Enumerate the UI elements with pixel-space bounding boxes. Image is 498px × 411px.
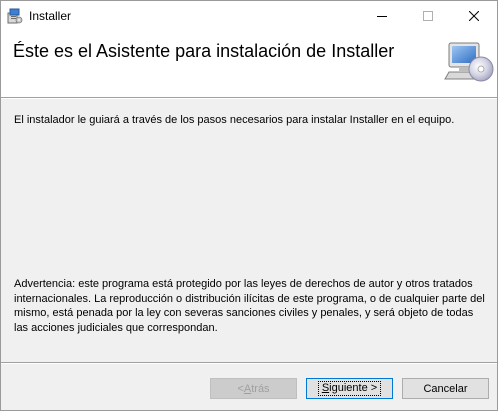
next-button-label: iguiente > bbox=[329, 382, 378, 394]
maximize-button[interactable] bbox=[405, 1, 451, 31]
copyright-warning: Advertencia: este programa está protegid… bbox=[14, 278, 485, 334]
footer-divider bbox=[1, 362, 497, 364]
page-title: Éste es el Asistente para instalación de… bbox=[13, 41, 395, 61]
minimize-button[interactable] bbox=[359, 1, 405, 31]
close-button[interactable] bbox=[451, 1, 497, 31]
back-button-access-key: A bbox=[243, 382, 252, 395]
close-icon bbox=[469, 11, 479, 21]
maximize-icon bbox=[423, 11, 433, 21]
back-button-label: trás bbox=[251, 382, 270, 395]
title-bar[interactable]: Installer bbox=[1, 1, 497, 31]
minimize-icon bbox=[377, 16, 387, 17]
next-button[interactable]: Siguiente > bbox=[306, 378, 393, 399]
next-button-focus: Siguiente > bbox=[317, 381, 382, 396]
intro-text: El instalador le guiará a través de los … bbox=[14, 114, 455, 126]
back-button[interactable]: < Atrás bbox=[210, 378, 297, 399]
header-divider bbox=[1, 98, 497, 99]
computer-cd-icon bbox=[443, 39, 495, 87]
cancel-button[interactable]: Cancelar bbox=[402, 378, 489, 399]
window-title: Installer bbox=[29, 9, 72, 23]
wizard-header: Éste es el Asistente para instalación de… bbox=[1, 31, 497, 98]
installer-app-icon[interactable] bbox=[7, 8, 23, 24]
installer-window: Installer Éste es el Asistente para inst… bbox=[0, 0, 498, 411]
